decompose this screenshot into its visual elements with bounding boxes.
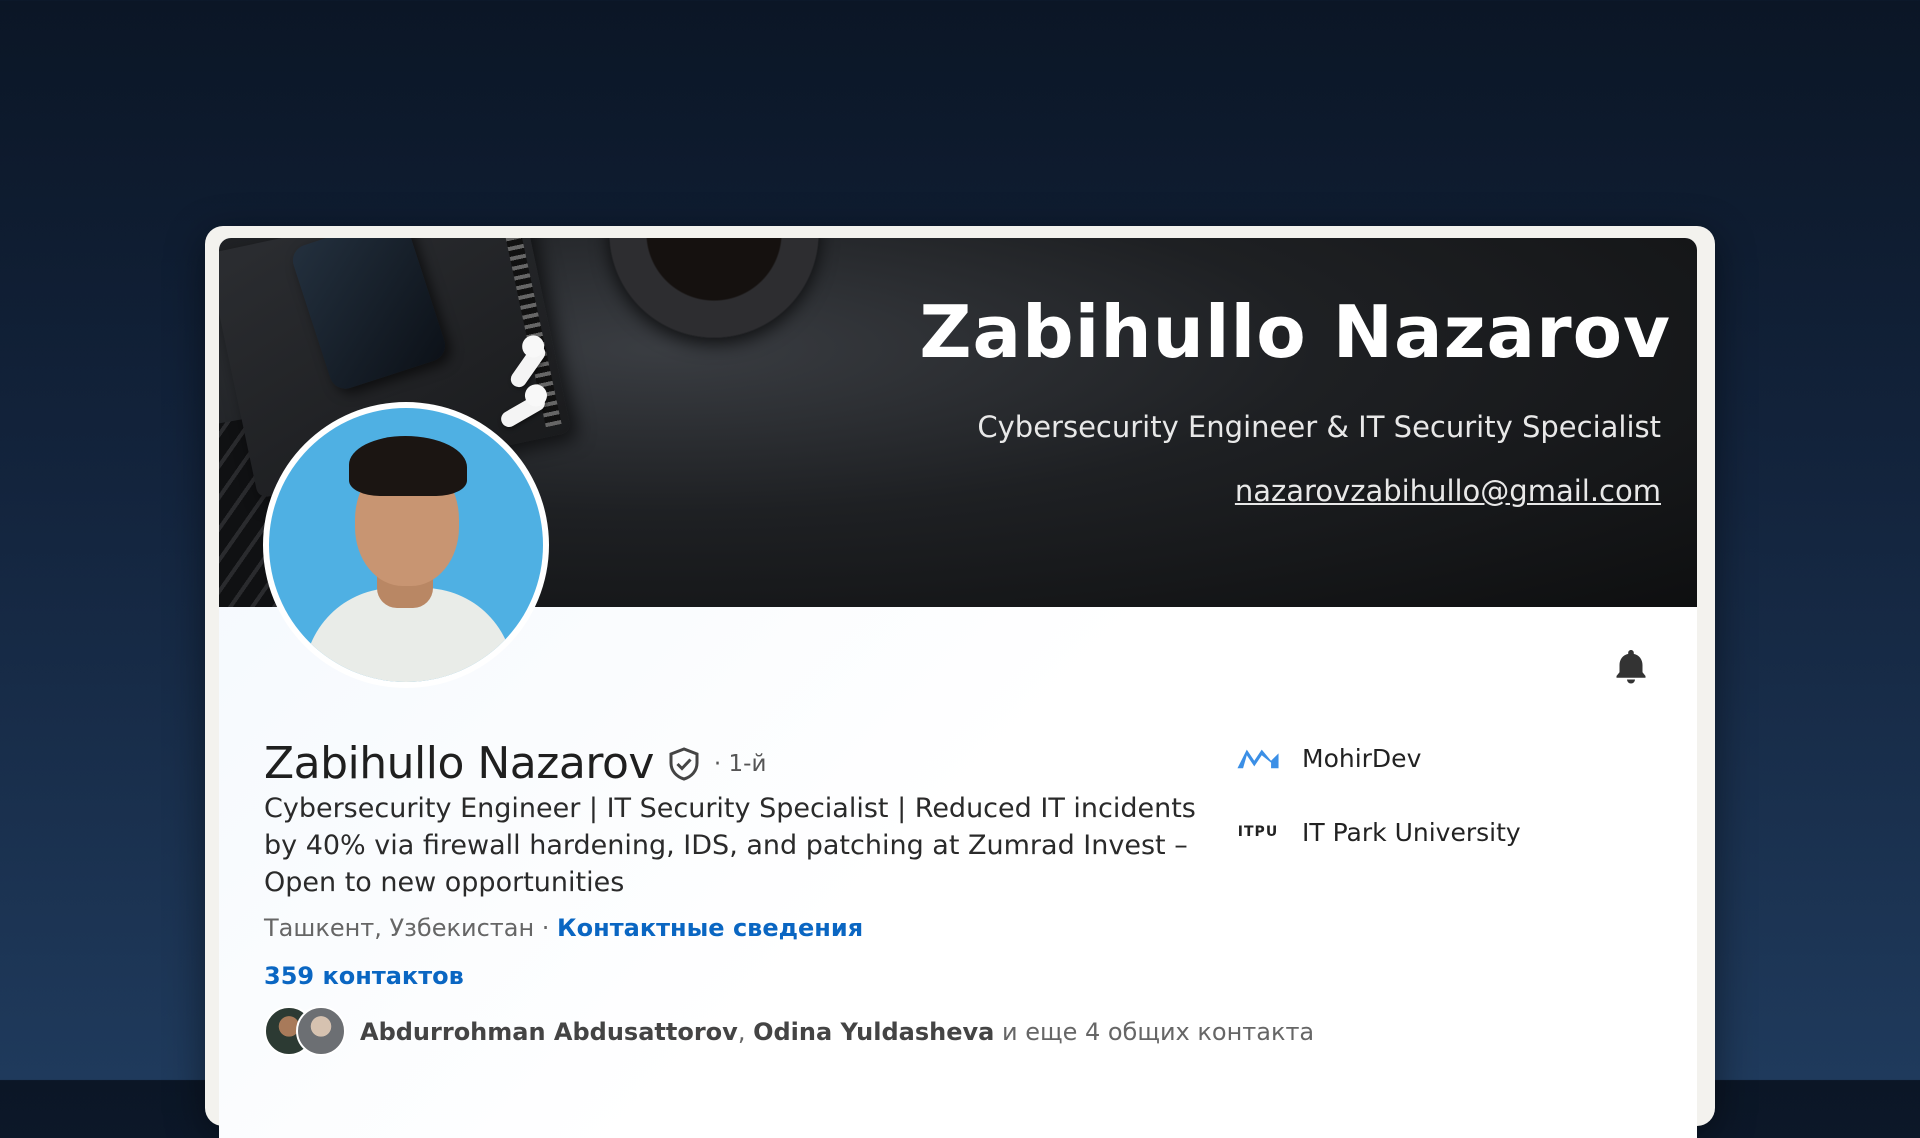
itpu-logo-text: ITPU: [1237, 824, 1279, 840]
org-mohirdev[interactable]: MohirDev: [1234, 740, 1421, 776]
verified-shield-icon[interactable]: [666, 746, 702, 782]
mutual-name-1: Abdurrohman Abdusattorov: [360, 1018, 738, 1046]
banner-coffee-cup-image: [609, 238, 819, 338]
profile-headline: Cybersecurity Engineer | IT Security Spe…: [264, 793, 1196, 898]
org-it-park-university[interactable]: ITPU IT Park University: [1234, 814, 1521, 850]
itpu-logo: ITPU: [1234, 814, 1282, 850]
org-name: IT Park University: [1302, 817, 1521, 847]
banner-email: nazarovzabihullo@gmail.com: [1234, 474, 1661, 508]
org-name: MohirDev: [1302, 743, 1422, 773]
mutual-connections[interactable]: Abdurrohman Abdusattorov, Odina Yuldashe…: [264, 1006, 1314, 1058]
profile-name-row: Zabihullo Nazarov · 1-й: [264, 738, 766, 789]
banner-subtitle: Cybersecurity Engineer & IT Security Spe…: [977, 410, 1661, 444]
banner-name: Zabihullo Nazarov: [919, 290, 1671, 374]
bell-icon[interactable]: [1611, 646, 1651, 686]
profile-card-frame: Zabihullo Nazarov Cybersecurity Engineer…: [205, 226, 1715, 1138]
mutual-comma: ,: [737, 1018, 754, 1046]
profile-name: Zabihullo Nazarov: [264, 738, 654, 789]
avatar: [296, 1006, 346, 1056]
connections-link[interactable]: 359 контактов: [264, 962, 464, 990]
location-row: Ташкент, Узбекистан · Контактные сведени…: [264, 914, 863, 942]
mutual-name-2: Odina Yuldasheva: [753, 1018, 995, 1046]
profile-card: Zabihullo Nazarov Cybersecurity Engineer…: [219, 238, 1697, 1138]
contact-info-link[interactable]: Контактные сведения: [557, 914, 863, 942]
connection-degree: · 1-й: [713, 750, 767, 777]
separator: ·: [534, 914, 558, 942]
profile-avatar[interactable]: [263, 402, 549, 688]
mutual-rest: и еще 4 общих контакта: [994, 1018, 1315, 1046]
profile-location: Ташкент, Узбекистан: [264, 914, 535, 942]
mohirdev-logo: [1234, 740, 1282, 776]
mutual-avatars: [264, 1006, 348, 1058]
